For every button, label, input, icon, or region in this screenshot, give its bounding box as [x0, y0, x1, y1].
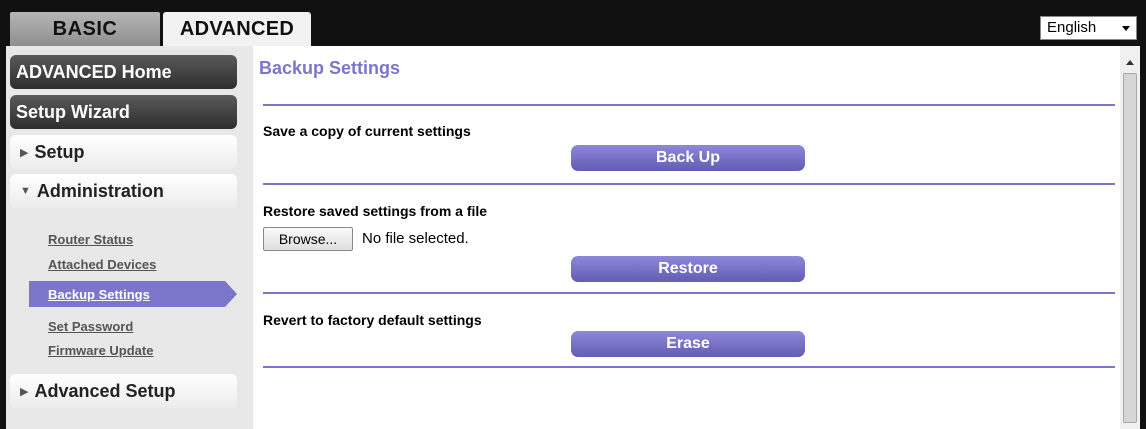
- arrow-up-icon: [1126, 59, 1134, 65]
- divider: [263, 366, 1115, 368]
- restore-label: Restore saved settings from a file: [263, 203, 488, 219]
- divider: [263, 104, 1115, 106]
- active-pointer-icon: [225, 281, 237, 307]
- top-bar: BASIC ADVANCED English: [0, 0, 1146, 46]
- tab-advanced[interactable]: ADVANCED: [163, 12, 311, 46]
- sidebar-item-administration[interactable]: ▼ Administration: [10, 174, 237, 208]
- sidebar-subitem-router-status[interactable]: Router Status: [48, 232, 133, 247]
- tab-basic[interactable]: BASIC: [10, 12, 160, 46]
- revert-label: Revert to factory default settings: [263, 312, 482, 328]
- caret-right-icon: ▶: [20, 385, 29, 398]
- chevron-down-icon: [1122, 26, 1130, 31]
- sidebar-item-advanced-home[interactable]: ADVANCED Home: [10, 55, 237, 89]
- scrollbar-thumb[interactable]: [1123, 73, 1137, 423]
- divider: [263, 183, 1115, 185]
- sidebar-item-label: Advanced Setup: [34, 380, 176, 401]
- sidebar: ADVANCED Home Setup Wizard ▶ Setup ▼ Adm…: [6, 46, 253, 429]
- sidebar-item-label: Administration: [36, 180, 164, 201]
- language-selected-value: English: [1047, 19, 1097, 36]
- save-copy-label: Save a copy of current settings: [263, 123, 471, 139]
- language-select[interactable]: English: [1040, 16, 1137, 40]
- sidebar-item-label: Setup: [34, 141, 85, 162]
- sidebar-item-setup[interactable]: ▶ Setup: [10, 135, 237, 169]
- erase-button[interactable]: Erase: [571, 331, 805, 357]
- frame-right-border: [1140, 46, 1146, 429]
- sidebar-subitem-set-password[interactable]: Set Password: [48, 319, 133, 334]
- browse-button[interactable]: Browse...: [263, 227, 353, 251]
- scroll-up-button[interactable]: [1120, 54, 1140, 70]
- main-content: Backup Settings Save a copy of current s…: [253, 46, 1120, 429]
- back-up-button[interactable]: Back Up: [571, 145, 805, 171]
- restore-button[interactable]: Restore: [571, 256, 805, 282]
- sidebar-item-setup-wizard[interactable]: Setup Wizard: [10, 95, 237, 129]
- page-title: Backup Settings: [259, 58, 401, 78]
- divider: [263, 292, 1115, 294]
- sidebar-item-advanced-setup[interactable]: ▶ Advanced Setup: [10, 374, 237, 408]
- sidebar-subitem-backup-settings[interactable]: Backup Settings: [29, 281, 225, 307]
- caret-down-icon: ▼: [20, 185, 31, 197]
- vertical-scrollbar[interactable]: [1120, 46, 1140, 429]
- sidebar-subitem-attached-devices[interactable]: Attached Devices: [48, 257, 156, 272]
- caret-right-icon: ▶: [20, 146, 29, 159]
- sidebar-subitem-firmware-update[interactable]: Firmware Update: [48, 343, 153, 358]
- file-status-text: No file selected.: [362, 230, 469, 247]
